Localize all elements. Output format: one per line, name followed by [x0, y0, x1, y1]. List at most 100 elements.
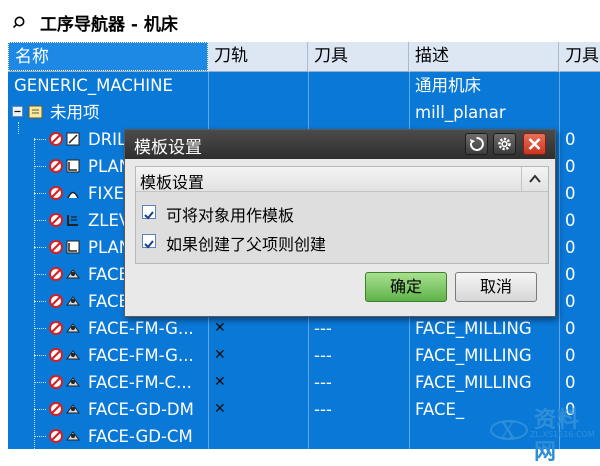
tree-line	[34, 382, 46, 383]
row-tool-2: 0	[565, 130, 576, 149]
use-as-template-checkbox[interactable]	[142, 205, 156, 220]
column-header-toolpath[interactable]: 刀轨	[208, 42, 308, 71]
row-tool-2: 0	[565, 319, 576, 338]
toolpath-status-icon: ✕	[214, 347, 226, 363]
no-toolpath-icon	[49, 132, 63, 146]
column-header-tool[interactable]: 刀具	[308, 42, 409, 71]
column-header-tool-2[interactable]: 刀具	[559, 42, 600, 71]
row-description: mill_planar	[415, 103, 506, 122]
no-toolpath-icon	[49, 240, 63, 254]
face-milling-operation-icon	[66, 296, 80, 306]
create-if-parent-checkbox[interactable]	[142, 234, 156, 249]
drilling-operation-icon	[66, 132, 80, 146]
tree-line	[34, 274, 46, 275]
no-toolpath-icon	[49, 429, 63, 443]
zlevel-operation-icon	[67, 215, 78, 226]
collapse-toggle-icon[interactable]	[12, 106, 23, 117]
face-milling-operation-icon	[66, 269, 80, 279]
group-title: 模板设置	[140, 173, 205, 192]
planar-mill-operation-icon	[66, 240, 80, 254]
row-description: 通用机床	[415, 76, 481, 95]
no-toolpath-icon	[49, 267, 63, 281]
row-tool-2: 0	[565, 265, 576, 284]
planar-mill-operation-icon	[66, 159, 80, 173]
row-tool-2: 0	[565, 184, 576, 203]
tree-line	[34, 409, 46, 410]
pin-icon[interactable]	[13, 15, 26, 28]
tree-line	[34, 220, 46, 221]
column-header-name[interactable]: 名称	[8, 42, 208, 71]
row-tool-2: 0	[565, 211, 576, 230]
collapse-group-button[interactable]	[521, 167, 548, 191]
table-row[interactable]: FACE-FM-G... ✕ --- FACE_MILLING 0	[8, 342, 600, 369]
row-name: FACE-FM-C...	[88, 373, 192, 392]
gear-icon	[498, 137, 511, 151]
row-tool-2: 0	[565, 292, 576, 311]
table-row[interactable]: 未用项 mill_planar	[8, 99, 600, 126]
table-header: 名称 刀轨 刀具 描述 刀具	[8, 42, 600, 72]
reset-icon	[469, 137, 484, 151]
tree-line	[34, 247, 46, 248]
tree-line	[34, 436, 46, 437]
row-tool: ---	[314, 319, 332, 338]
no-toolpath-icon	[49, 321, 63, 335]
toolpath-status-icon: ✕	[214, 320, 226, 336]
navigator-title-bar: 工序导航器 - 机床	[0, 0, 600, 42]
close-icon	[528, 138, 541, 150]
column-header-description[interactable]: 描述	[409, 42, 559, 71]
toolpath-status-icon: ✕	[214, 374, 226, 390]
svg-text:X: X	[500, 419, 516, 444]
face-milling-operation-icon	[66, 377, 80, 387]
row-tool: ---	[314, 400, 332, 419]
no-toolpath-icon	[49, 186, 63, 200]
tree-line	[34, 139, 46, 140]
row-tool-2: 0	[565, 157, 576, 176]
row-name: FACE-GD-DM	[88, 400, 194, 419]
template-settings-dialog: 模板设置 模板设置 可将对象用作模板 如果创建了父项则创建 确定 取消	[124, 129, 556, 317]
program-group-icon	[28, 105, 43, 119]
group-header[interactable]: 模板设置	[136, 167, 548, 192]
option-label: 如果创建了父项则创建	[166, 235, 327, 254]
row-tool: ---	[314, 373, 332, 392]
close-button[interactable]	[523, 133, 546, 155]
dialog-title-bar[interactable]: 模板设置	[125, 130, 555, 159]
settings-button[interactable]	[493, 133, 516, 155]
no-toolpath-icon	[49, 213, 63, 227]
chevron-up-icon	[529, 174, 541, 183]
tree-line	[34, 166, 46, 167]
table-row[interactable]: GENERIC_MACHINE 通用机床	[8, 72, 600, 99]
row-description: FACE_MILLING	[415, 319, 532, 338]
navigator-title: 工序导航器 - 机床	[40, 15, 178, 35]
row-name: FACE-GD-CM	[88, 427, 193, 446]
dialog-title: 模板设置	[134, 138, 202, 158]
fixed-contour-operation-icon	[67, 191, 79, 199]
row-name: GENERIC_MACHINE	[14, 76, 173, 95]
ok-button[interactable]: 确定	[365, 272, 447, 302]
face-milling-operation-icon	[66, 323, 80, 333]
row-description: FACE_MILLING	[415, 373, 532, 392]
row-description: FACE_MILLING	[415, 346, 532, 365]
watermark-subtext: ZL.XS1616.COM	[530, 430, 595, 439]
tree-line	[34, 193, 46, 194]
reset-button[interactable]	[465, 133, 488, 155]
toolpath-status-icon: ✕	[214, 401, 226, 417]
watermark-logo-icon: X	[490, 419, 528, 444]
checkmark-icon	[144, 240, 154, 249]
tree-line	[34, 328, 46, 329]
row-tool-2: 0	[565, 373, 576, 392]
no-toolpath-icon	[49, 375, 63, 389]
cancel-button[interactable]: 取消	[455, 272, 537, 302]
row-tool-2: 0	[565, 238, 576, 257]
template-settings-group: 模板设置 可将对象用作模板 如果创建了父项则创建	[135, 166, 549, 264]
row-name: 未用项	[50, 103, 100, 122]
row-name: FACE-FM-G...	[88, 346, 194, 365]
row-tool-2: 0	[565, 346, 576, 365]
no-toolpath-icon	[49, 159, 63, 173]
table-row[interactable]: FACE-FM-G... ✕ --- FACE_MILLING 0	[8, 315, 600, 342]
checkmark-icon	[144, 211, 154, 220]
watermark: X 资料网 ZL.XS1616.COM	[488, 402, 600, 465]
no-toolpath-icon	[49, 402, 63, 416]
row-tool: ---	[314, 346, 332, 365]
face-milling-operation-icon	[66, 431, 80, 441]
table-row[interactable]: FACE-FM-C... ✕ --- FACE_MILLING 0	[8, 369, 600, 396]
